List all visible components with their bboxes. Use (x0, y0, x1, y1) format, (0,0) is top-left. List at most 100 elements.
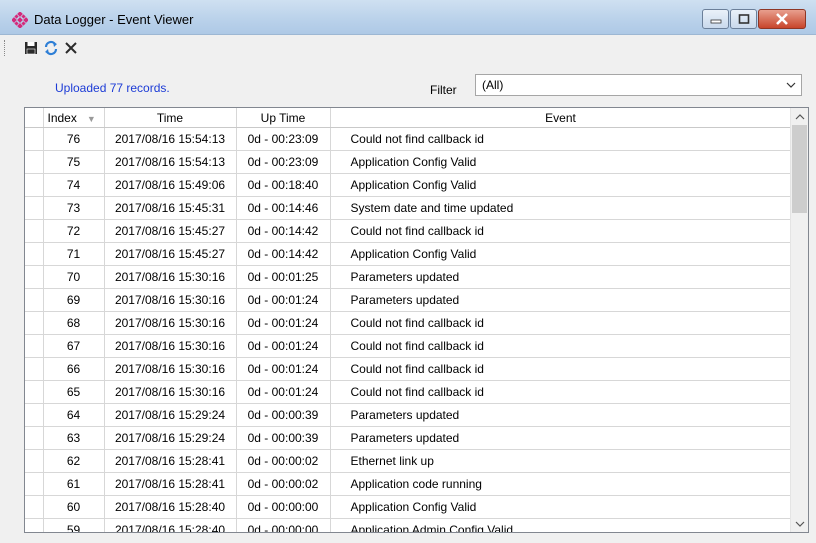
save-icon (25, 42, 37, 55)
table-row[interactable]: 66 2017/08/16 15:30:16 0d - 00:01:24 Could … (25, 357, 792, 381)
clear-button[interactable] (62, 39, 80, 57)
cell-index: 62 (43, 449, 105, 473)
cell-index: 74 (43, 173, 105, 197)
row-header-cell (25, 196, 44, 220)
cell-time: 2017/08/16 15:45:27 (104, 219, 237, 243)
cell-time: 2017/08/16 15:30:16 (104, 334, 237, 358)
row-header-cell (25, 357, 44, 381)
cell-event: Application Admin Config Valid (330, 518, 792, 532)
filter-label: Filter (430, 83, 457, 97)
cell-uptime: 0d - 00:00:00 (236, 518, 331, 532)
cell-index: 76 (43, 127, 105, 151)
cell-uptime: 0d - 00:01:24 (236, 334, 331, 358)
column-header-uptime[interactable]: Up Time (236, 108, 331, 128)
table-row[interactable]: 61 2017/08/16 15:28:41 0d - 00:00:02 Applic… (25, 472, 792, 496)
table-row[interactable]: 74 2017/08/16 15:49:06 0d - 00:18:40 Applic… (25, 173, 792, 197)
cell-time: 2017/08/16 15:29:24 (104, 403, 237, 427)
cell-index: 63 (43, 426, 105, 450)
scroll-thumb[interactable] (792, 125, 807, 213)
cell-uptime: 0d - 00:00:02 (236, 472, 331, 496)
cell-time: 2017/08/16 15:49:06 (104, 173, 237, 197)
table-row[interactable]: 63 2017/08/16 15:29:24 0d - 00:00:39 Parame… (25, 426, 792, 450)
cell-uptime: 0d - 00:01:24 (236, 288, 331, 312)
cell-index: 60 (43, 495, 105, 519)
minimize-button[interactable] (702, 9, 729, 29)
table-row[interactable]: 59 2017/08/16 15:28:40 0d - 00:00:00 Applic… (25, 518, 792, 532)
cell-uptime: 0d - 00:14:42 (236, 219, 331, 243)
row-header-cell (25, 150, 44, 174)
scroll-up-button[interactable] (791, 108, 808, 125)
row-header-cell (25, 311, 44, 335)
table-row[interactable]: 67 2017/08/16 15:30:16 0d - 00:01:24 Could … (25, 334, 792, 358)
row-header-cell (25, 127, 44, 151)
cell-index: 66 (43, 357, 105, 381)
table-row[interactable]: 76 2017/08/16 15:54:13 0d - 00:23:09 Could … (25, 127, 792, 151)
column-header-time[interactable]: Time (104, 108, 237, 128)
cell-event: Parameters updated (330, 265, 792, 289)
table-row[interactable]: 73 2017/08/16 15:45:31 0d - 00:14:46 System… (25, 196, 792, 220)
cell-event: Application Config Valid (330, 242, 792, 266)
chevron-up-icon (795, 113, 804, 119)
event-table: Index ▼ Time Up Time Event 76 2017/08/16 1… (25, 108, 792, 532)
toolbar-grip[interactable] (4, 40, 8, 56)
refresh-button[interactable] (42, 39, 60, 57)
cell-index: 69 (43, 288, 105, 312)
cell-event: Parameters updated (330, 426, 792, 450)
maximize-icon (738, 14, 749, 24)
column-header-label: Index (47, 110, 77, 125)
cell-uptime: 0d - 00:23:09 (236, 150, 331, 174)
cell-event: Parameters updated (330, 288, 792, 312)
table-row[interactable]: 71 2017/08/16 15:45:27 0d - 00:14:42 Applic… (25, 242, 792, 266)
cell-uptime: 0d - 00:23:09 (236, 127, 331, 151)
refresh-icon (44, 40, 58, 56)
cell-event: Parameters updated (330, 403, 792, 427)
cell-event: Could not find callback id (330, 334, 792, 358)
table-row[interactable]: 60 2017/08/16 15:28:40 0d - 00:00:00 Applic… (25, 495, 792, 519)
table-row[interactable]: 75 2017/08/16 15:54:13 0d - 00:23:09 Applic… (25, 150, 792, 174)
table-row[interactable]: 69 2017/08/16 15:30:16 0d - 00:01:24 Parame… (25, 288, 792, 312)
cell-time: 2017/08/16 15:28:41 (104, 472, 237, 496)
chevron-down-icon (795, 521, 804, 527)
minimize-icon (710, 19, 721, 24)
cell-event: Could not find callback id (330, 380, 792, 404)
cell-uptime: 0d - 00:01:24 (236, 380, 331, 404)
row-header-cell (25, 449, 44, 473)
scroll-down-button[interactable] (791, 515, 808, 532)
cell-time: 2017/08/16 15:30:16 (104, 265, 237, 289)
clear-icon (65, 42, 77, 54)
close-button[interactable] (758, 9, 806, 29)
cell-index: 68 (43, 311, 105, 335)
cell-time: 2017/08/16 15:28:40 (104, 495, 237, 519)
filter-selected-value: (All) (482, 78, 504, 92)
maximize-button[interactable] (730, 9, 757, 29)
cell-event: System date and time updated (330, 196, 792, 220)
row-header-cell (25, 265, 44, 289)
cell-index: 70 (43, 265, 105, 289)
cell-event: Application Config Valid (330, 495, 792, 519)
table-row[interactable]: 62 2017/08/16 15:28:41 0d - 00:00:02 Ethern… (25, 449, 792, 473)
app-logo-icon (12, 12, 28, 28)
cell-uptime: 0d - 00:01:25 (236, 265, 331, 289)
cell-time: 2017/08/16 15:30:16 (104, 288, 237, 312)
sort-descending-icon: ▼ (86, 113, 96, 124)
table-row[interactable]: 68 2017/08/16 15:30:16 0d - 00:01:24 Could … (25, 311, 792, 335)
table-row[interactable]: 72 2017/08/16 15:45:27 0d - 00:14:42 Could … (25, 219, 792, 243)
cell-uptime: 0d - 00:00:39 (236, 426, 331, 450)
cell-index: 64 (43, 403, 105, 427)
column-header-index[interactable]: Index ▼ (43, 108, 105, 128)
vertical-scrollbar[interactable] (790, 108, 808, 532)
cell-index: 67 (43, 334, 105, 358)
filter-dropdown[interactable]: (All) (475, 74, 802, 96)
row-header-cell (25, 403, 44, 427)
cell-time: 2017/08/16 15:54:13 (104, 127, 237, 151)
table-row[interactable]: 65 2017/08/16 15:30:16 0d - 00:01:24 Could … (25, 380, 792, 404)
chevron-down-icon (786, 82, 796, 88)
cell-index: 59 (43, 518, 105, 532)
save-button[interactable] (22, 39, 40, 57)
column-header-event[interactable]: Event (330, 108, 792, 128)
cell-time: 2017/08/16 15:54:13 (104, 150, 237, 174)
row-header-cell (25, 173, 44, 197)
table-row[interactable]: 70 2017/08/16 15:30:16 0d - 00:01:25 Parame… (25, 265, 792, 289)
cell-uptime: 0d - 00:00:02 (236, 449, 331, 473)
table-row[interactable]: 64 2017/08/16 15:29:24 0d - 00:00:39 Parame… (25, 403, 792, 427)
